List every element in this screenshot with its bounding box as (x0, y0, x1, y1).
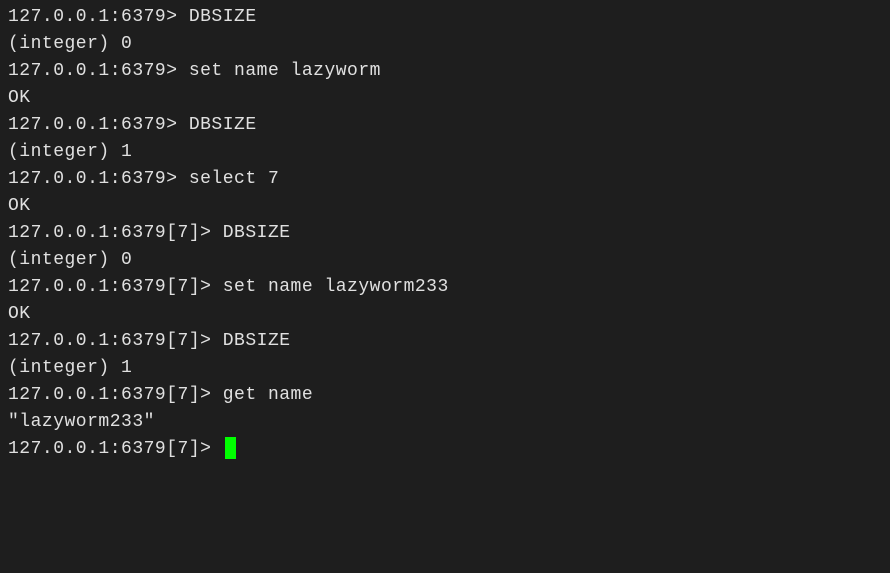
terminal-response: (integer) 1 (8, 142, 132, 162)
terminal-prompt: 127.0.0.1:6379[7]> (8, 223, 223, 243)
terminal-command: DBSIZE (223, 331, 291, 351)
terminal-line: 127.0.0.1:6379[7]> get name (8, 382, 882, 409)
terminal-line: (integer) 1 (8, 139, 882, 166)
terminal-prompt: 127.0.0.1:6379> (8, 115, 189, 135)
terminal-line: 127.0.0.1:6379> select 7 (8, 166, 882, 193)
terminal-line: 127.0.0.1:6379> DBSIZE (8, 112, 882, 139)
terminal-line: OK (8, 193, 882, 220)
terminal-line: 127.0.0.1:6379> set name lazyworm (8, 58, 882, 85)
terminal-response: OK (8, 304, 31, 324)
terminal-prompt: 127.0.0.1:6379[7]> (8, 277, 223, 297)
terminal-prompt: 127.0.0.1:6379> (8, 169, 189, 189)
terminal-line: (integer) 1 (8, 355, 882, 382)
terminal-response: (integer) 0 (8, 250, 132, 270)
terminal-response: OK (8, 196, 31, 216)
terminal-command: set name lazyworm (189, 61, 381, 81)
terminal-command: set name lazyworm233 (223, 277, 449, 297)
terminal-response: "lazyworm233" (8, 412, 155, 432)
terminal-command: DBSIZE (189, 7, 257, 27)
terminal-prompt: 127.0.0.1:6379> (8, 7, 189, 27)
terminal-line: (integer) 0 (8, 247, 882, 274)
terminal-line: OK (8, 85, 882, 112)
terminal-prompt: 127.0.0.1:6379> (8, 61, 189, 81)
terminal-line: "lazyworm233" (8, 409, 882, 436)
terminal-response: (integer) 1 (8, 358, 132, 378)
terminal-prompt: 127.0.0.1:6379[7]> (8, 439, 223, 459)
terminal-output[interactable]: 127.0.0.1:6379> DBSIZE (integer) 0 127.0.0… (8, 4, 882, 463)
terminal-line: (integer) 0 (8, 31, 882, 58)
terminal-line: 127.0.0.1:6379[7]> DBSIZE (8, 220, 882, 247)
terminal-prompt: 127.0.0.1:6379[7]> (8, 385, 223, 405)
terminal-line: 127.0.0.1:6379> DBSIZE (8, 4, 882, 31)
terminal-command: DBSIZE (189, 115, 257, 135)
terminal-line: OK (8, 301, 882, 328)
terminal-response: (integer) 0 (8, 34, 132, 54)
terminal-response: OK (8, 88, 31, 108)
terminal-prompt: 127.0.0.1:6379[7]> (8, 331, 223, 351)
terminal-command: DBSIZE (223, 223, 291, 243)
terminal-line: 127.0.0.1:6379[7]> DBSIZE (8, 328, 882, 355)
terminal-line: 127.0.0.1:6379[7]> set name lazyworm233 (8, 274, 882, 301)
cursor-icon (225, 437, 236, 459)
terminal-line: 127.0.0.1:6379[7]> (8, 436, 882, 463)
terminal-command: select 7 (189, 169, 279, 189)
terminal-command: get name (223, 385, 313, 405)
